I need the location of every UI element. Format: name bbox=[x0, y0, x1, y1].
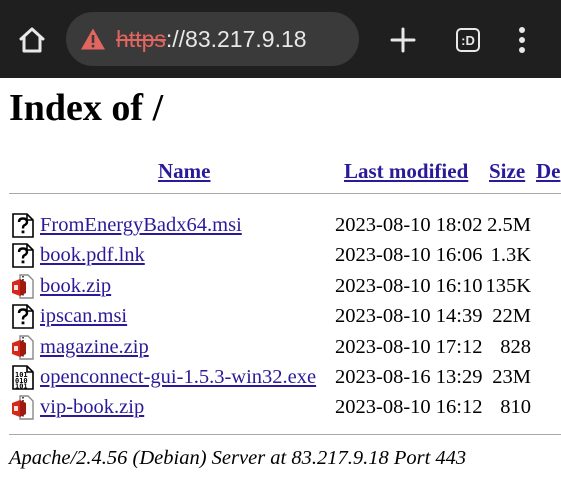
browser-toolbar: https://83.217.9.18 :D bbox=[0, 0, 561, 78]
file-size: 2.5M bbox=[487, 214, 531, 236]
file-size: 810 bbox=[500, 396, 531, 418]
not-secure-warning-icon[interactable] bbox=[80, 27, 106, 51]
table-row: ipscan.msi 2023-08-10 14:39 22M bbox=[0, 302, 561, 332]
file-modified: 2023-08-10 14:39 bbox=[335, 305, 483, 327]
file-modified: 2023-08-10 16:12 bbox=[335, 396, 483, 418]
file-link[interactable]: openconnect-gui-1.5.3-win32.exe bbox=[40, 365, 316, 390]
server-signature: Apache/2.4.56 (Debian) Server at 83.217.… bbox=[9, 447, 467, 469]
binary-file-icon: 101 010 101 bbox=[12, 365, 34, 391]
column-header-name: Name bbox=[158, 158, 210, 184]
sort-by-modified-link[interactable]: Last modified bbox=[344, 159, 468, 183]
sort-by-name-link[interactable]: Name bbox=[158, 159, 210, 183]
file-modified: 2023-08-10 16:06 bbox=[335, 244, 483, 266]
column-header-last-modified: Last modified bbox=[344, 158, 468, 184]
address-bar[interactable]: https://83.217.9.18 bbox=[66, 12, 359, 66]
compressed-file-icon bbox=[12, 335, 34, 360]
file-modified: 2023-08-10 17:12 bbox=[335, 336, 483, 358]
file-size: 828 bbox=[500, 336, 531, 358]
header-divider bbox=[9, 193, 561, 194]
plus-icon bbox=[390, 27, 416, 53]
file-link[interactable]: book.zip bbox=[40, 274, 111, 299]
unknown-file-icon bbox=[12, 213, 34, 238]
sort-by-size-link[interactable]: Size bbox=[489, 159, 525, 183]
file-modified: 2023-08-16 13:29 bbox=[335, 366, 483, 388]
file-modified: 2023-08-10 18:02 bbox=[335, 214, 483, 236]
file-link[interactable]: magazine.zip bbox=[40, 335, 149, 360]
more-vertical-icon bbox=[519, 27, 525, 53]
unknown-file-icon bbox=[12, 243, 34, 268]
home-icon bbox=[19, 27, 45, 53]
page-title: Index of / bbox=[9, 87, 164, 129]
table-row: magazine.zip 2023-08-10 17:12 828 bbox=[0, 333, 561, 363]
file-link[interactable]: FromEnergyBadx64.msi bbox=[40, 213, 242, 238]
file-link[interactable]: vip-book.zip bbox=[40, 395, 144, 420]
new-tab-button[interactable] bbox=[385, 20, 421, 60]
footer-divider bbox=[9, 434, 561, 435]
file-size: 135K bbox=[485, 275, 531, 297]
page-content: Index of / Name Last modified Size De Fr… bbox=[0, 78, 561, 500]
url-text[interactable]: https://83.217.9.18 bbox=[116, 25, 307, 53]
table-row: 101 010 101 openconnect-gui-1.5.3-win32.… bbox=[0, 363, 561, 393]
compressed-file-icon bbox=[12, 395, 34, 420]
table-row: book.pdf.lnk 2023-08-10 16:06 1.3K bbox=[0, 241, 561, 271]
table-row: FromEnergyBadx64.msi 2023-08-10 18:02 2.… bbox=[0, 211, 561, 241]
file-link[interactable]: ipscan.msi bbox=[40, 304, 127, 329]
overflow-menu-button[interactable] bbox=[506, 20, 538, 60]
tab-count-badge: :D bbox=[456, 28, 480, 52]
tab-switcher-button[interactable]: :D bbox=[452, 24, 484, 56]
file-size: 22M bbox=[492, 305, 531, 327]
table-row: vip-book.zip 2023-08-10 16:12 810 bbox=[0, 393, 561, 423]
url-host: ://83.217.9.18 bbox=[165, 26, 307, 52]
column-header-size: Size bbox=[489, 158, 525, 184]
column-header-description: De bbox=[536, 158, 561, 184]
unknown-file-icon bbox=[12, 304, 34, 329]
file-size: 1.3K bbox=[490, 244, 531, 266]
file-modified: 2023-08-10 16:10 bbox=[335, 275, 483, 297]
compressed-file-icon bbox=[12, 274, 34, 299]
table-row: book.zip 2023-08-10 16:10 135K bbox=[0, 272, 561, 302]
sort-by-description-link[interactable]: De bbox=[536, 159, 561, 183]
file-link[interactable]: book.pdf.lnk bbox=[40, 243, 145, 268]
file-size: 23M bbox=[492, 366, 531, 388]
url-scheme: https bbox=[116, 26, 166, 52]
home-button[interactable] bbox=[12, 20, 52, 60]
svg-text:101: 101 bbox=[15, 383, 28, 391]
